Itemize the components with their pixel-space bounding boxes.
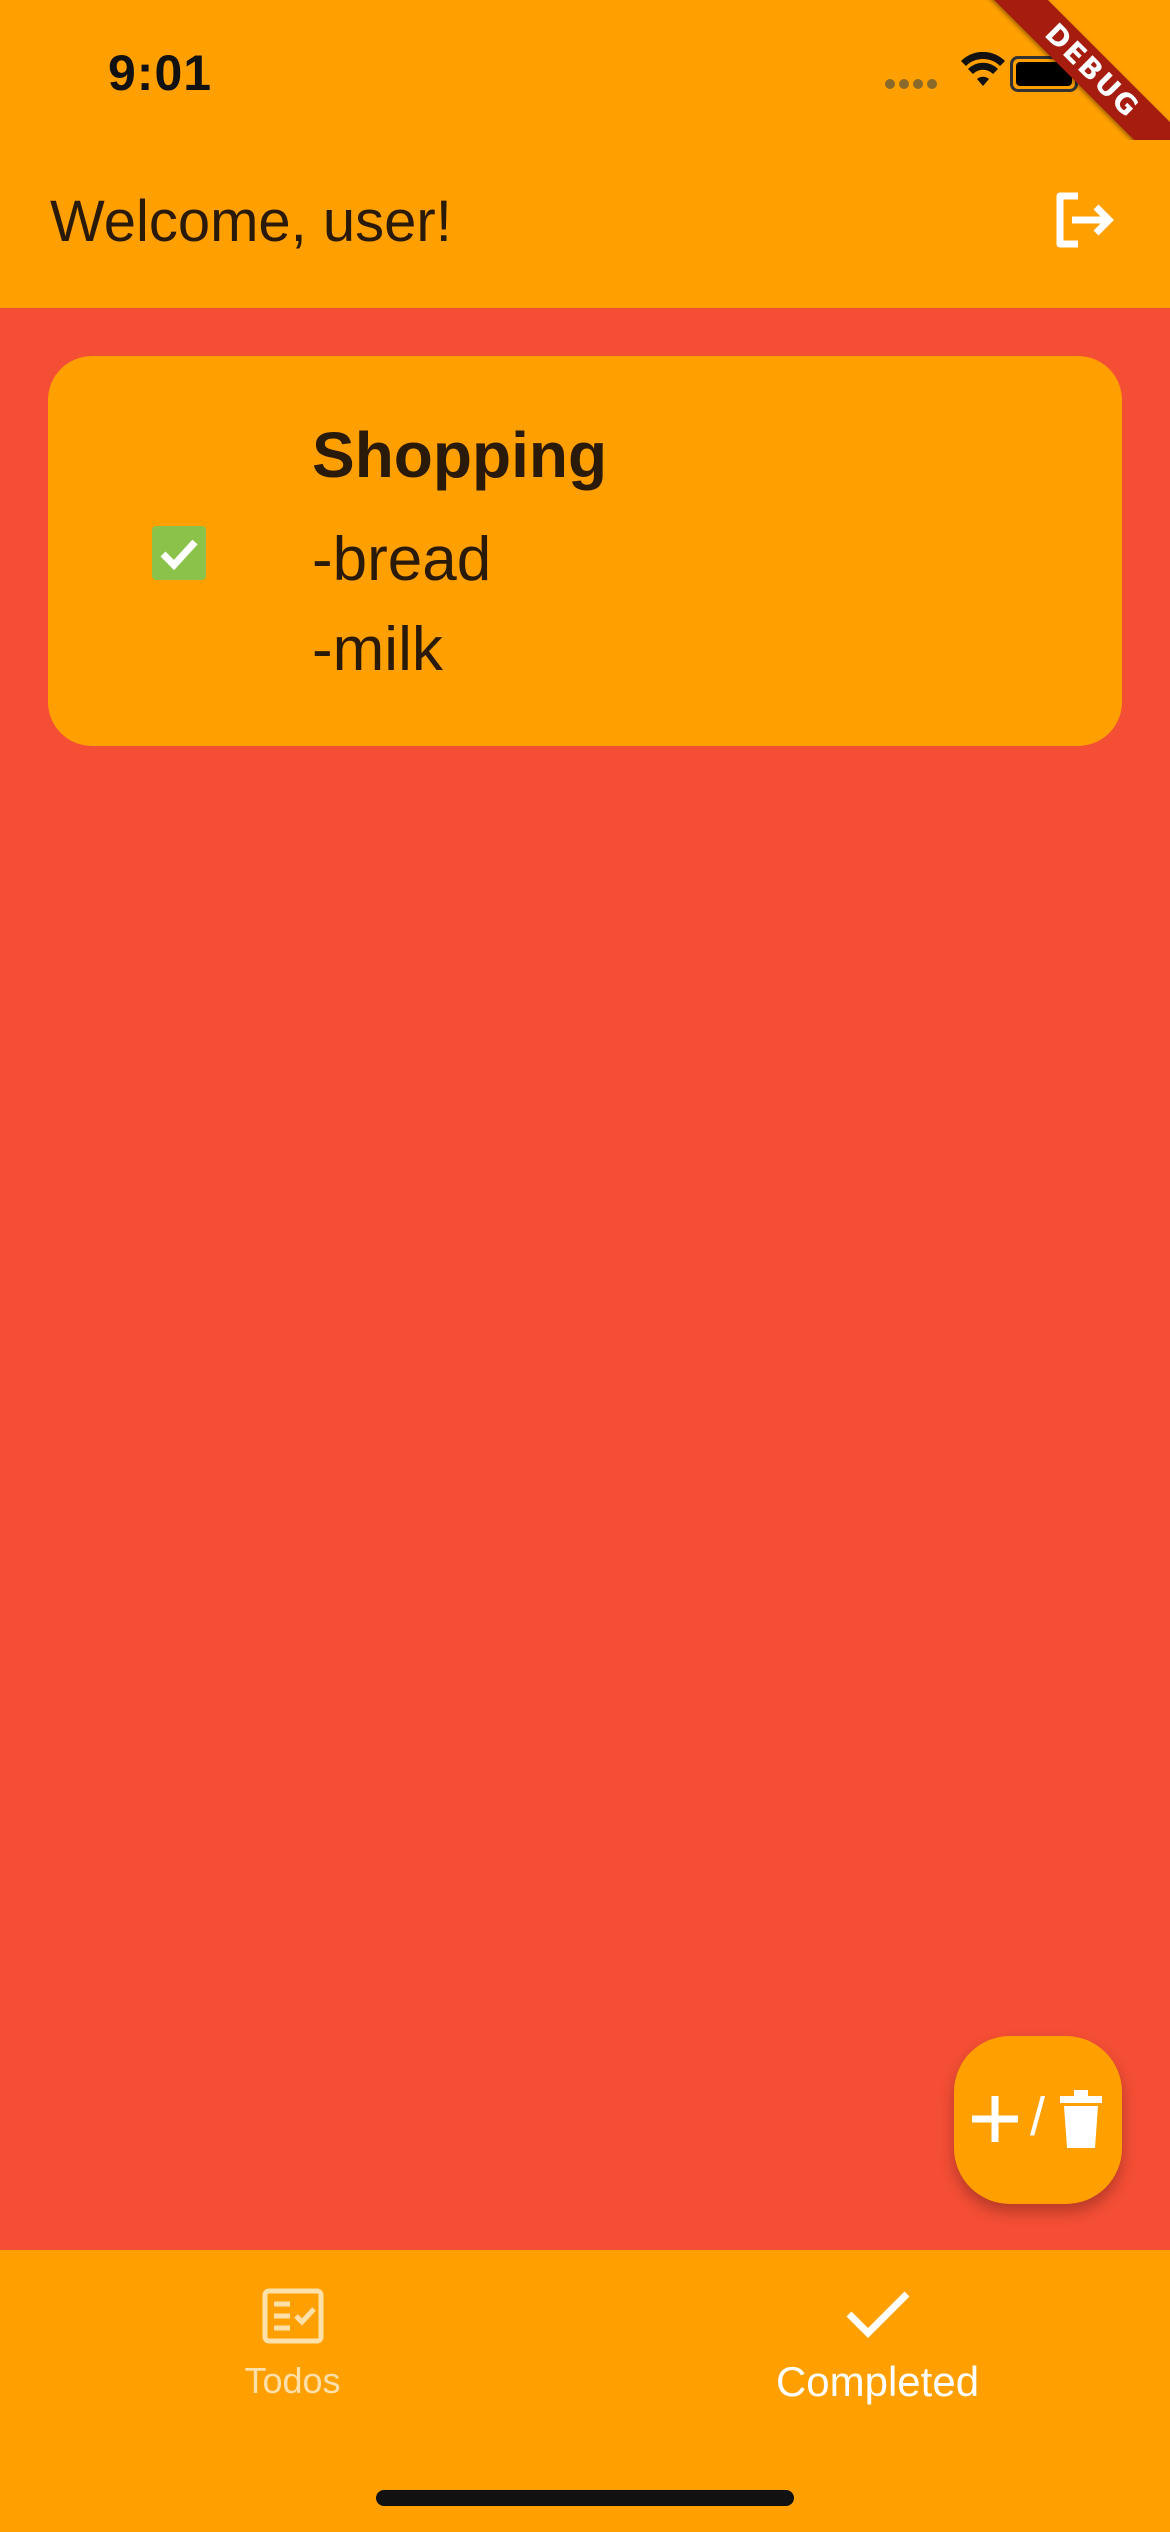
app-bar: Welcome, user! <box>0 140 1170 308</box>
page-title: Welcome, user! <box>50 189 452 254</box>
add-icon <box>972 2096 1018 2142</box>
logout-button[interactable] <box>1042 180 1122 260</box>
status-time: 9:01 <box>108 45 213 101</box>
nav-item-completed[interactable]: Completed <box>585 2250 1170 2430</box>
nav-label-todos: Todos <box>244 2360 341 2401</box>
nav-label-completed: Completed <box>775 2358 980 2405</box>
trash-icon <box>1060 2090 1102 2148</box>
todo-line: -bread <box>312 525 492 594</box>
wifi-icon <box>960 51 1006 93</box>
status-bar: 9:01 <box>0 0 1170 140</box>
cellular-signal-icon <box>885 76 941 94</box>
checklist-icon <box>262 2288 324 2344</box>
todo-card[interactable]: Shopping -bread -milk <box>48 356 1122 746</box>
fab-separator: / <box>1030 2087 1046 2147</box>
logout-icon <box>1056 192 1114 248</box>
check-icon <box>160 539 198 571</box>
todo-line: -milk <box>312 615 443 684</box>
todo-title: Shopping <box>312 419 608 491</box>
nav-item-todos[interactable]: Todos <box>0 2250 585 2430</box>
completed-checkbox[interactable] <box>152 526 206 580</box>
home-indicator <box>376 2490 794 2506</box>
add-delete-fab[interactable]: / <box>954 2036 1122 2204</box>
checkmark-icon <box>846 2291 910 2338</box>
